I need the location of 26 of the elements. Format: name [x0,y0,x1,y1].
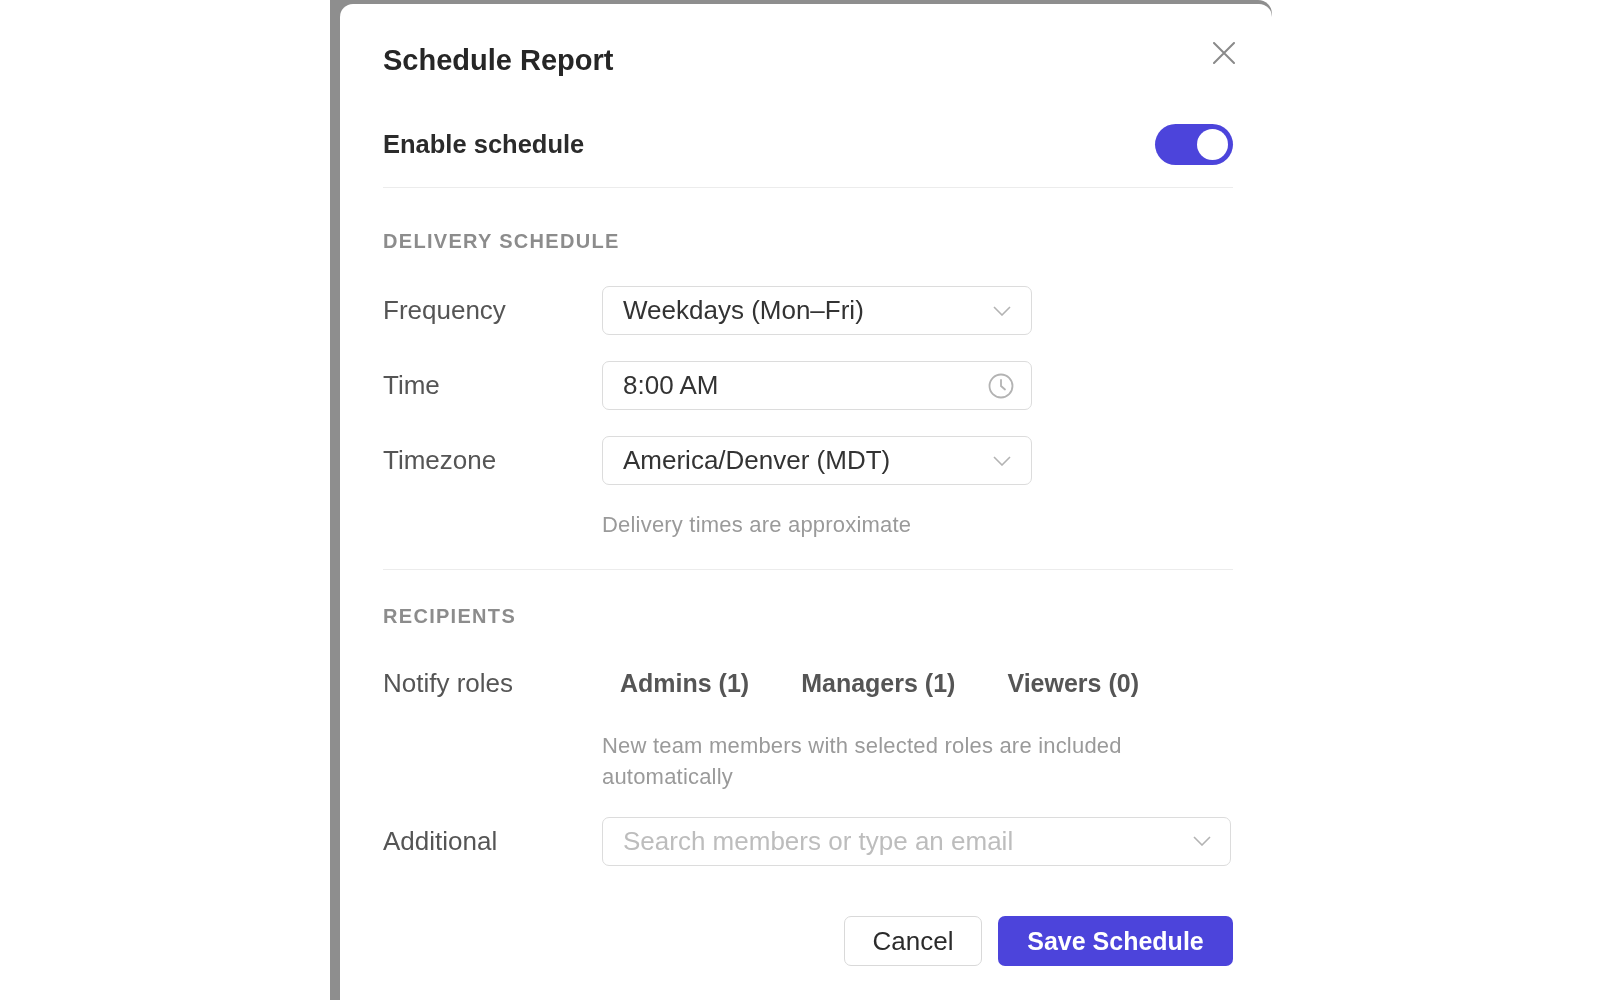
dialog-title: Schedule Report [383,43,614,77]
field-label: Time [383,370,441,401]
section-heading: DELIVERY SCHEDULE [383,229,621,253]
field-label: Additional [383,826,499,857]
cancel-button[interactable]: Cancel [844,916,982,966]
hint-text: Delivery times are approximate [602,513,913,537]
section-heading: RECIPIENTS [383,604,518,628]
select-field[interactable]: Weekdays (Mon–Fri) [602,286,1032,335]
chevron-down-icon [993,455,1011,466]
role-toggle[interactable]: Managers (1) [783,663,974,703]
select-field[interactable]: America/Denver (MDT) [602,436,1032,485]
close-icon[interactable] [1213,42,1235,64]
field-label: Frequency [383,295,507,326]
field-label: Timezone [383,445,498,476]
field-label: Notify roles [383,667,515,699]
search-field[interactable]: Search members or type an email [602,817,1231,866]
toggle-label: Enable schedule [383,130,585,159]
toggle-switch[interactable] [1155,124,1233,165]
role-toggle[interactable]: Admins (1) [602,663,768,703]
time-field[interactable]: 8:00 AM [602,361,1032,410]
save-button[interactable]: Save Schedule [998,916,1233,966]
chevron-down-icon [1193,836,1211,846]
hint-text: New team members with selected roles are included automatically [602,732,1123,791]
role-toggle[interactable]: Viewers (0) [989,663,1157,703]
chevron-down-icon [993,305,1011,316]
clock-icon [988,372,1014,399]
